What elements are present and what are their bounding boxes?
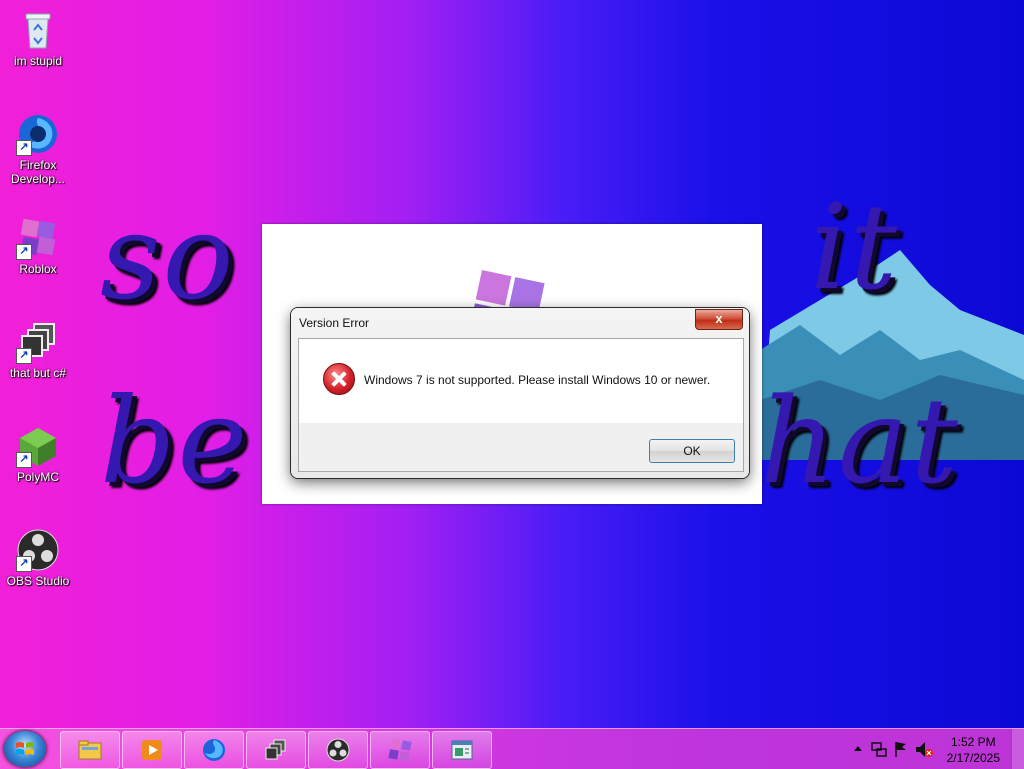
tray-icons — [854, 742, 933, 757]
app-window-icon — [451, 740, 473, 760]
desktop-icon-label: Roblox — [19, 262, 57, 276]
windows-stack-icon: ↗ — [16, 320, 60, 364]
shortcut-arrow-icon: ↗ — [16, 244, 32, 260]
clock-date: 2/17/2025 — [946, 751, 1000, 765]
shortcut-arrow-icon: ↗ — [16, 556, 32, 572]
desktop-icon-firefox-developer[interactable]: ↗ Firefox Develop... — [2, 112, 74, 186]
obs-studio-icon — [326, 738, 350, 762]
system-tray: 1:52 PM 2/17/2025 — [834, 729, 1024, 769]
dialog-title: Version Error — [299, 316, 370, 330]
show-hidden-icons-icon — [854, 746, 862, 751]
media-player-icon — [142, 740, 162, 760]
desktop-icon-that-but-csharp[interactable]: ↗ that but c# — [2, 320, 74, 380]
dialog-message: Windows 7 is not supported. Please insta… — [364, 373, 711, 387]
taskbar-button-roblox[interactable] — [370, 731, 430, 769]
taskbar: 1:52 PM 2/17/2025 — [0, 728, 1024, 769]
wallpaper-text-be: be — [100, 372, 250, 510]
desktop-icon-roblox[interactable]: ↗ Roblox — [2, 216, 74, 276]
roblox-icon: ↗ — [16, 216, 60, 260]
desktop-icon-label: OBS Studio — [6, 574, 70, 588]
show-desktop-button[interactable] — [1011, 729, 1024, 769]
roblox-icon — [388, 738, 412, 762]
shortcut-arrow-icon: ↗ — [16, 140, 32, 156]
recycle-bin-icon — [16, 8, 60, 52]
desktop-icon-label: Firefox Develop... — [10, 158, 66, 186]
desktop-icon-recycle-bin[interactable]: im stupid — [2, 8, 74, 68]
desktop-icon-obs-studio[interactable]: ↗ OBS Studio — [2, 528, 74, 588]
shortcut-arrow-icon: ↗ — [16, 452, 32, 468]
version-error-dialog[interactable]: Version Error x Windows 7 is not support… — [291, 308, 749, 478]
desktop-icon-polymc[interactable]: ↗ PolyMC — [2, 424, 74, 484]
dialog-message-area: Windows 7 is not supported. Please insta… — [299, 339, 743, 423]
taskbar-button-that-but-csharp[interactable] — [246, 731, 306, 769]
dialog-body: Windows 7 is not supported. Please insta… — [298, 338, 744, 472]
taskbar-clock[interactable]: 1:52 PM 2/17/2025 — [947, 734, 1000, 766]
polymc-icon: ↗ — [16, 424, 60, 468]
obs-studio-icon: ↗ — [16, 528, 60, 572]
taskbar-button-obs-studio[interactable] — [308, 731, 368, 769]
wallpaper-text-hat: hat — [760, 372, 960, 510]
windows-logo-icon — [16, 742, 34, 755]
network-icon — [871, 742, 887, 757]
dialog-close-button[interactable]: x — [695, 309, 743, 330]
clock-time: 1:52 PM — [950, 735, 996, 749]
desktop-icon-label: PolyMC — [16, 470, 59, 484]
desktop-icon-label: that but c# — [9, 366, 67, 380]
shortcut-arrow-icon: ↗ — [16, 348, 32, 364]
error-icon — [323, 363, 355, 395]
firefox-icon — [203, 739, 225, 761]
taskbar-button-firefox[interactable] — [184, 731, 244, 769]
wallpaper-text-it: it — [810, 178, 900, 316]
volume-muted-icon — [916, 742, 933, 757]
start-button[interactable] — [4, 731, 46, 767]
windows-stack-icon — [265, 739, 286, 760]
firefox-developer-icon: ↗ — [16, 112, 60, 156]
action-center-flag-icon — [895, 742, 906, 757]
taskbar-button-file-explorer[interactable] — [60, 731, 120, 769]
taskbar-button-media-player[interactable] — [122, 731, 182, 769]
desktop-icon-label: im stupid — [13, 54, 63, 68]
taskbar-button-app-window[interactable] — [432, 731, 492, 769]
wallpaper-text-so: so — [100, 188, 236, 326]
file-explorer-icon — [78, 740, 102, 760]
ok-button[interactable]: OK — [649, 439, 735, 463]
